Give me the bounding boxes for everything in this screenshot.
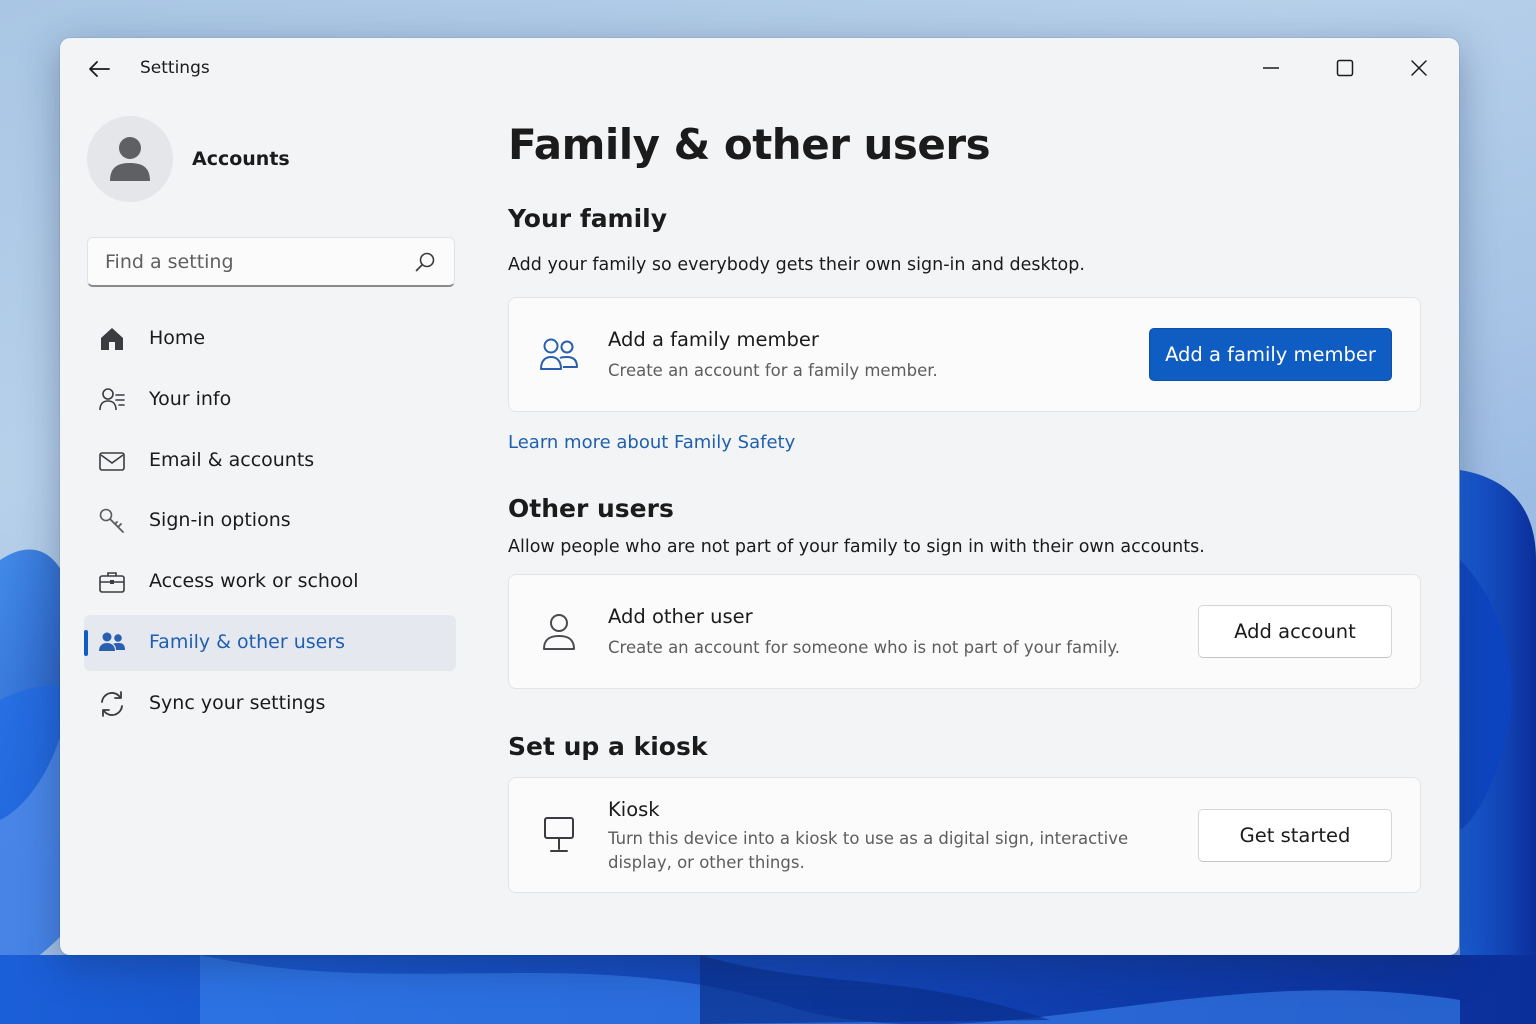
kiosk-card: Kiosk Turn this device into a kiosk to u…: [508, 777, 1421, 893]
search-input[interactable]: Find a setting: [87, 237, 455, 287]
app-title: Settings: [140, 58, 210, 78]
search-placeholder: Find a setting: [105, 251, 234, 273]
key-icon: [98, 507, 126, 535]
sidebar-nav: Home Your info Email & accounts Sign-in …: [84, 311, 456, 737]
user-avatar-icon: [110, 137, 150, 181]
selection-indicator: [84, 629, 88, 656]
get-started-button[interactable]: Get started: [1198, 809, 1392, 862]
card-description-line-1: Turn this device into a kiosk to use as …: [608, 829, 1129, 848]
back-button[interactable]: [82, 53, 116, 85]
family-outline-icon: [537, 333, 581, 377]
family-icon: [98, 629, 126, 657]
back-arrow-icon: [89, 61, 110, 77]
page-title: Family & other users: [508, 120, 991, 169]
card-title: Kiosk: [608, 798, 660, 821]
card-description: Create an account for someone who is not…: [608, 638, 1121, 657]
card-description: Create an account for a family member.: [608, 361, 938, 380]
your-family-heading: Your family: [508, 204, 668, 233]
avatar[interactable]: [87, 116, 173, 202]
accounts-label: Accounts: [192, 148, 290, 170]
home-icon: [98, 325, 126, 353]
card-description-line-2: display, or other things.: [608, 853, 805, 872]
other-users-description: Allow people who are not part of your fa…: [508, 537, 1205, 557]
your-family-description: Add your family so everybody gets their …: [508, 255, 1085, 275]
main-content: Family & other users Your family Add you…: [508, 38, 1428, 955]
sidebar-item-your-info[interactable]: Your info: [84, 372, 456, 428]
sidebar-item-label: Email & accounts: [149, 448, 315, 471]
sync-icon: [98, 690, 126, 718]
sidebar-item-access-work-school[interactable]: Access work or school: [84, 554, 456, 610]
search-icon[interactable]: [414, 251, 436, 273]
kiosk-monitor-icon: [537, 813, 581, 857]
add-account-button[interactable]: Add account: [1198, 605, 1392, 658]
add-other-user-card: Add other user Create an account for som…: [508, 574, 1421, 689]
settings-window: Settings Accounts Find a setting Home Yo…: [60, 38, 1459, 955]
sidebar-item-home[interactable]: Home: [84, 311, 456, 367]
sidebar-item-label: Family & other users: [149, 630, 346, 653]
briefcase-icon: [98, 568, 126, 596]
mail-icon: [98, 447, 126, 475]
sidebar-item-sync-settings[interactable]: Sync your settings: [84, 676, 456, 732]
card-title: Add other user: [608, 605, 753, 628]
kiosk-heading: Set up a kiosk: [508, 732, 708, 761]
person-icon: [98, 386, 126, 414]
sidebar-item-label: Sync your settings: [149, 691, 326, 714]
user-outline-icon: [537, 610, 581, 654]
card-title: Add a family member: [608, 328, 819, 351]
sidebar-item-label: Your info: [149, 387, 232, 410]
sidebar-item-label: Sign-in options: [149, 509, 291, 532]
sidebar-item-family-other-users[interactable]: Family & other users: [84, 614, 456, 671]
add-family-member-button[interactable]: Add a family member: [1149, 328, 1392, 381]
add-family-member-card: Add a family member Create an account fo…: [508, 297, 1421, 412]
sidebar-item-label: Home: [149, 327, 206, 349]
family-safety-link[interactable]: Learn more about Family Safety: [508, 432, 795, 453]
sidebar-item-email-accounts[interactable]: Email & accounts: [84, 433, 456, 489]
other-users-heading: Other users: [508, 494, 674, 523]
sidebar-item-label: Access work or school: [149, 570, 359, 593]
sidebar-item-sign-in-options[interactable]: Sign-in options: [84, 493, 456, 549]
